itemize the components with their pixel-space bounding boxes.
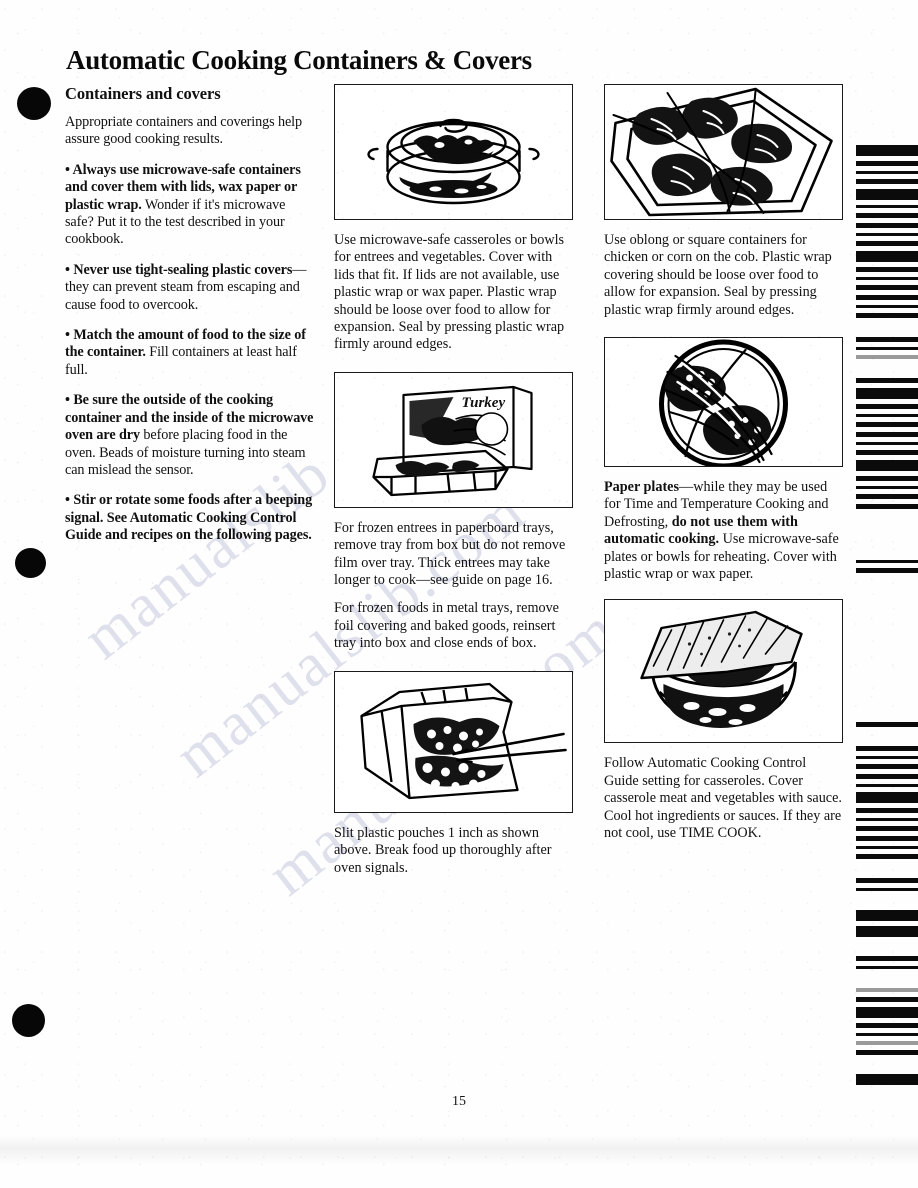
section-heading: Containers and covers [65,84,221,103]
bullet-item: • Always use microwave-safe containers a… [65,162,315,249]
figure-round-plate-covered [604,337,843,468]
figure-plastic-pouch-slit [334,670,573,813]
frozen-entree-tray-icon: Turkey [372,385,533,496]
document-page: manualslib.com manualslib.com manualslib… [0,0,918,1188]
bullet-item: • Be sure the outside of the cooking con… [65,392,315,479]
round-plate-covered-icon [659,339,788,467]
punch-hole-mark [12,1004,45,1037]
bullet-lead: • Never use tight-sealing plastic covers [65,261,293,278]
bullet-item: • Never use tight-sealing plastic covers… [65,262,315,314]
intro-paragraph: Appropriate containers and coverings hel… [65,114,303,148]
punch-hole-mark [15,548,46,578]
covered-casserole-dish-icon [367,118,540,205]
plastic-pouch-slit-icon [360,682,567,799]
scan-edge-artifact-lower [856,722,918,1090]
page-title: Automatic Cooking Containers & Covers [66,45,532,76]
bullet-item: • Match the amount of food to the size o… [65,327,315,379]
figure-frozen-entree-tray: Turkey [334,371,573,508]
figure-oblong-dish-chicken [604,84,843,220]
punch-hole-mark [17,87,51,120]
page-number: 15 [452,1094,466,1109]
left-column: Containers and covers Appropriate contai… [65,84,315,558]
scan-bottom-shadow [0,1135,918,1165]
figure-caption: Use microwave-safe casseroles or bowls f… [334,232,565,353]
scan-edge-artifact-middle [856,560,918,578]
right-column: Use oblong or square containers for chic… [604,84,843,854]
casserole-bowl-waxpaper-icon [640,611,803,729]
figure-caption: Follow Automatic Cooking Control Guide s… [604,755,842,842]
figure-caption: Slit plastic pouches 1 inch as shown abo… [334,824,552,876]
figure-caption: For frozen entrees in paperboard trays, … [334,519,566,589]
oblong-dish-chicken-icon [610,87,833,217]
figure-casserole-bowl-waxpaper [604,599,843,744]
caption-bold-lead: Paper plates [604,479,680,496]
svg-text:Turkey: Turkey [462,395,506,411]
scan-edge-artifact-upper [856,145,918,514]
bullet-item: • Stir or rotate some foods after a beep… [65,492,315,544]
bullet-lead: • Stir or rotate some foods after a beep… [65,492,313,544]
figure-caption: Use oblong or square containers for chic… [604,232,832,318]
figure-caption: For frozen foods in metal trays, remove … [334,600,559,652]
figure-caption: Paper plates—while they may be used for … [604,479,843,583]
middle-column: Use microwave-safe casseroles or bowls f… [334,84,573,888]
figure-covered-casserole-dish [334,84,573,220]
